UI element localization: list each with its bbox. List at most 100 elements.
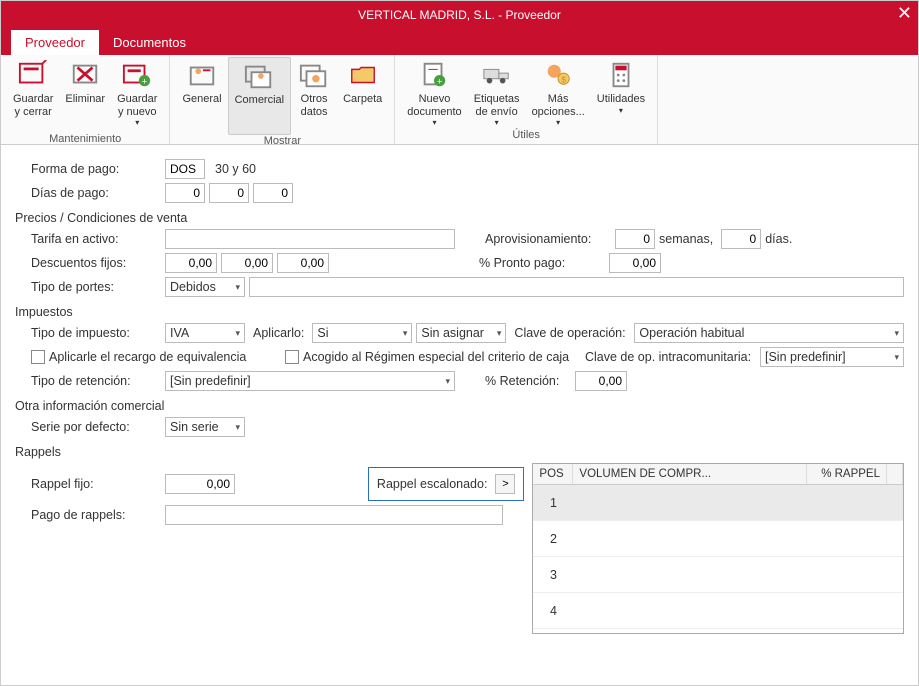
svg-text:$: $	[561, 75, 566, 85]
grid-header-volumen[interactable]: VOLUMEN DE COMPR...	[573, 464, 807, 484]
aplicarlo-select[interactable]: Si	[312, 323, 412, 343]
new-document-icon: +	[418, 59, 450, 91]
impuestos-section-title: Impuestos	[15, 305, 904, 319]
tab-documentos[interactable]: Documentos	[99, 30, 200, 55]
save-new-icon: +	[121, 59, 153, 91]
grid-header-rappel[interactable]: % RAPPEL	[807, 464, 887, 484]
utilidades-button[interactable]: Utilidades ▾	[591, 57, 651, 117]
serie-label: Serie por defecto:	[15, 420, 165, 434]
forma-pago-code-input[interactable]	[165, 159, 205, 179]
descuento-1-input[interactable]	[165, 253, 217, 273]
descuento-2-input[interactable]	[221, 253, 273, 273]
rappel-fijo-label: Rappel fijo:	[15, 477, 165, 491]
aprov-label: Aprovisionamiento:	[485, 232, 615, 246]
pronto-pago-label: % Pronto pago:	[479, 256, 609, 270]
tipo-impuesto-label: Tipo de impuesto:	[15, 326, 165, 340]
guardar-nuevo-button[interactable]: + Guardar y nuevo ▾	[111, 57, 163, 129]
ribbon-group-utiles: + Nuevo documento ▾ Etiquetas de envío ▾…	[395, 55, 658, 144]
etiquetas-envio-button[interactable]: Etiquetas de envío ▾	[468, 57, 526, 129]
table-row[interactable]: 2	[533, 521, 903, 557]
sin-asignar-select[interactable]: Sin asignar	[416, 323, 506, 343]
forma-pago-label: Forma de pago:	[15, 162, 165, 176]
aprov-dias-input[interactable]	[721, 229, 761, 249]
pct-retencion-label: % Retención:	[485, 374, 575, 388]
clave-operacion-label: Clave de operación:	[514, 326, 634, 340]
acogido-checkbox[interactable]	[285, 350, 299, 364]
retencion-select[interactable]: [Sin predefinir]	[165, 371, 455, 391]
save-close-icon	[17, 59, 49, 91]
general-button[interactable]: General	[176, 57, 227, 133]
tipo-impuesto-select[interactable]: IVA	[165, 323, 245, 343]
rappel-escalonado-expand-button[interactable]: >	[495, 474, 515, 494]
delete-icon	[69, 59, 101, 91]
otros-datos-icon	[298, 59, 330, 91]
window-title: VERTICAL MADRID, S.L. - Proveedor	[358, 8, 561, 22]
pct-retencion-input[interactable]	[575, 371, 627, 391]
descuentos-label: Descuentos fijos:	[15, 256, 165, 270]
table-row[interactable]: 3	[533, 557, 903, 593]
chevron-down-icon: ▾	[556, 118, 560, 127]
carpeta-button[interactable]: Carpeta	[337, 57, 388, 133]
pago-rappels-label: Pago de rappels:	[15, 508, 165, 522]
tarifa-label: Tarifa en activo:	[15, 232, 165, 246]
acogido-label: Acogido al Régimen especial del criterio…	[303, 350, 569, 364]
forma-pago-desc: 30 y 60	[215, 162, 256, 176]
clave-operacion-select[interactable]: Operación habitual	[634, 323, 904, 343]
ribbon-group-mostrar: General Comercial Otros datos Carpeta Mo…	[170, 55, 395, 144]
tab-proveedor[interactable]: Proveedor	[11, 30, 99, 55]
clave-intra-select[interactable]: [Sin predefinir]	[760, 347, 904, 367]
dias-pago-label: Días de pago:	[15, 186, 165, 200]
serie-select[interactable]: Sin serie	[165, 417, 245, 437]
clave-intra-label: Clave de op. intracomunitaria:	[585, 350, 760, 364]
window-titlebar: VERTICAL MADRID, S.L. - Proveedor ✕	[1, 1, 918, 29]
descuento-3-input[interactable]	[277, 253, 329, 273]
precios-section-title: Precios / Condiciones de venta	[15, 211, 904, 225]
close-icon[interactable]: ✕	[897, 3, 912, 24]
table-row[interactable]: 1	[533, 485, 903, 521]
folder-icon	[347, 59, 379, 91]
dias-pago-3-input[interactable]	[253, 183, 293, 203]
svg-text:+: +	[142, 76, 147, 86]
comercial-icon	[243, 60, 275, 92]
otros-datos-button[interactable]: Otros datos	[291, 57, 337, 120]
general-icon	[186, 59, 218, 91]
table-row[interactable]	[533, 629, 903, 633]
chevron-down-icon: ▾	[495, 118, 499, 127]
pago-rappels-input[interactable]	[165, 505, 503, 525]
aplicarlo-label: Aplicarlo:	[253, 326, 304, 340]
chevron-down-icon: ▾	[619, 106, 623, 115]
recargo-checkbox[interactable]	[31, 350, 45, 364]
dias-label: días.	[765, 232, 792, 246]
comercial-button[interactable]: Comercial	[228, 57, 292, 135]
calculator-icon	[605, 59, 637, 91]
portes-label: Tipo de portes:	[15, 280, 165, 294]
guardar-cerrar-button[interactable]: Guardar y cerrar	[7, 57, 59, 120]
rappel-escalonado-label: Rappel escalonado:	[377, 477, 488, 491]
nuevo-documento-button[interactable]: + Nuevo documento ▾	[401, 57, 467, 129]
main-tabstrip: Proveedor Documentos	[1, 29, 918, 55]
more-options-icon: $	[542, 59, 574, 91]
mas-opciones-button[interactable]: $ Más opciones... ▾	[526, 57, 591, 129]
eliminar-button[interactable]: Eliminar	[59, 57, 111, 133]
retencion-label: Tipo de retención:	[15, 374, 165, 388]
rappels-section-title: Rappels	[15, 445, 904, 459]
tarifa-input[interactable]	[165, 229, 455, 249]
recargo-label: Aplicarle el recargo de equivalencia	[49, 350, 246, 364]
grid-body[interactable]: 1 2 3 4	[533, 485, 903, 633]
aprov-semanas-input[interactable]	[615, 229, 655, 249]
dias-pago-1-input[interactable]	[165, 183, 205, 203]
svg-text:+: +	[437, 76, 442, 86]
dias-pago-2-input[interactable]	[209, 183, 249, 203]
pronto-pago-input[interactable]	[609, 253, 661, 273]
table-row[interactable]: 4	[533, 593, 903, 629]
chevron-down-icon: ▾	[135, 118, 139, 127]
portes-select[interactable]: Debidos	[165, 277, 245, 297]
chevron-down-icon: ▾	[432, 118, 436, 127]
semanas-label: semanas,	[659, 232, 713, 246]
truck-icon	[481, 59, 513, 91]
grid-header-scroll-gap	[887, 464, 903, 484]
rappel-fijo-input[interactable]	[165, 474, 235, 494]
rappel-grid: POS VOLUMEN DE COMPR... % RAPPEL 1 2 3 4	[532, 463, 904, 634]
portes-desc-input[interactable]	[249, 277, 904, 297]
grid-header-pos[interactable]: POS	[533, 464, 573, 484]
